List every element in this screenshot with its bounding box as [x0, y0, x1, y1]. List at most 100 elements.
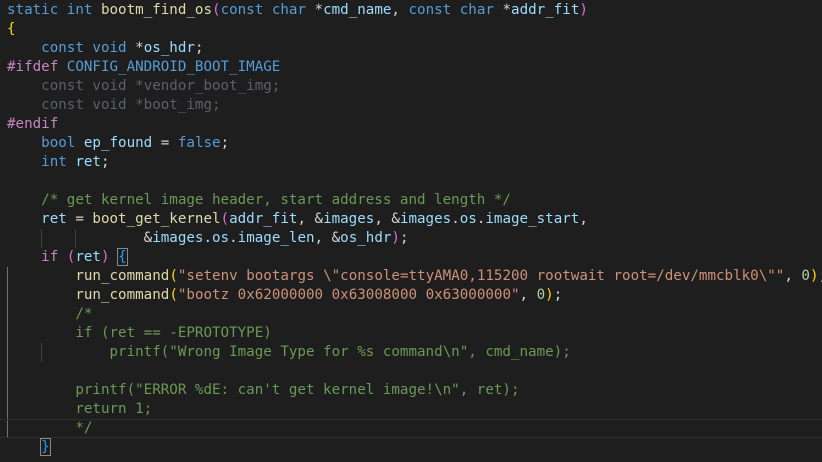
code-line[interactable]: { — [0, 20, 822, 39]
code-token: return 1; — [75, 401, 153, 417]
code-token: os — [459, 211, 477, 227]
code-token: const — [220, 2, 272, 18]
code-line[interactable]: #endif — [0, 115, 822, 134]
code-line[interactable]: */ — [0, 419, 822, 438]
code-line[interactable]: int ret; — [0, 153, 822, 172]
code-token: const — [41, 40, 93, 56]
code-line[interactable]: &images.os.image_len, &os_hdr); — [0, 229, 822, 248]
code-token: bootm_find_os — [100, 2, 213, 18]
code-token: & — [143, 230, 153, 246]
code-token: * — [314, 2, 324, 18]
code-token: images — [399, 211, 452, 227]
code-token: addr_fit — [511, 2, 580, 18]
code-token: { — [7, 21, 16, 37]
code-token: printf("ERROR %dE: can't get kernel imag… — [75, 382, 520, 398]
code-token: ; — [553, 287, 563, 303]
code-token: ; — [399, 230, 409, 246]
code-token: , & — [297, 211, 324, 227]
code-line[interactable]: /* get kernel image header, start addres… — [0, 191, 822, 210]
code-token: run_command — [75, 287, 170, 303]
code-token: ( — [220, 211, 230, 227]
code-line[interactable]: if (ret == -EPROTOTYPE) — [0, 324, 822, 343]
code-token: #ifdef — [7, 59, 67, 75]
code-token: int — [41, 154, 76, 170]
code-line[interactable]: return 1; — [0, 400, 822, 419]
code-token: const void *vendor_boot_img; — [41, 78, 281, 94]
code-line[interactable]: const void *vendor_boot_img; — [0, 77, 822, 96]
code-token: run_command — [75, 268, 170, 284]
code-token: ) — [579, 2, 588, 18]
code-token: int — [66, 2, 101, 18]
code-token: , — [784, 268, 802, 284]
code-line[interactable]: printf("Wrong Image Type for %s command\… — [0, 343, 822, 362]
code-line[interactable]: if (ret) { — [0, 248, 822, 267]
code-line[interactable]: const void *boot_img; — [0, 96, 822, 115]
code-token: /* — [75, 306, 93, 322]
code-token: /* get kernel image header, start addres… — [41, 192, 511, 208]
code-token: cmd_name — [323, 2, 392, 18]
code-token: if — [41, 249, 67, 265]
code-token: ( — [169, 268, 178, 284]
code-line[interactable]: printf("ERROR %dE: can't get kernel imag… — [0, 381, 822, 400]
code-token: , & — [314, 230, 341, 246]
code-token: ( — [212, 2, 221, 18]
code-token: { — [117, 248, 128, 266]
code-token: false — [177, 135, 221, 151]
code-token: ret — [75, 249, 101, 265]
code-line[interactable]: #ifdef CONFIG_ANDROID_BOOT_IMAGE — [0, 58, 822, 77]
code-editor[interactable]: static int bootm_find_os(const char *cmd… — [0, 0, 822, 462]
code-line[interactable]: ... — [0, 457, 822, 462]
code-line[interactable]: } — [0, 438, 822, 457]
code-token: os_hdr — [340, 230, 392, 246]
code-token: } — [40, 438, 51, 456]
code-token: ret — [75, 154, 101, 170]
code-token: addr_fit — [229, 211, 298, 227]
code-token: const — [408, 2, 460, 18]
code-token: os — [212, 230, 230, 246]
code-token: ( — [169, 287, 178, 303]
code-token: static — [7, 2, 67, 18]
code-line[interactable]: static int bootm_find_os(const char *cmd… — [0, 1, 822, 20]
code-token: if (ret == -EPROTOTYPE) — [75, 325, 272, 341]
code-token: images — [323, 211, 375, 227]
code-token: os_hdr — [143, 40, 195, 56]
code-token: * — [135, 40, 144, 56]
code-token: = — [152, 135, 178, 151]
code-token: * — [502, 2, 512, 18]
code-token: boot_get_kernel — [92, 211, 221, 227]
code-token: void — [92, 40, 136, 56]
code-token: ) — [809, 268, 819, 284]
code-token: ... — [75, 458, 101, 462]
code-line[interactable] — [0, 172, 822, 191]
code-token: . — [451, 211, 460, 227]
code-token: "bootz 0x62000000 0x63008000 0x63000000" — [177, 287, 520, 303]
code-line[interactable]: bool ep_found = false; — [0, 134, 822, 153]
code-token: , — [391, 2, 409, 18]
code-line[interactable]: const void *os_hdr; — [0, 39, 822, 58]
code-token: , & — [374, 211, 400, 227]
code-token: . — [229, 230, 238, 246]
code-line[interactable]: ret = boot_get_kernel(addr_fit, &images,… — [0, 210, 822, 229]
code-line[interactable]: /* — [0, 305, 822, 324]
code-line[interactable]: run_command("bootz 0x62000000 0x63008000… — [0, 286, 822, 305]
code-line[interactable] — [0, 362, 822, 381]
code-token: ) — [100, 249, 110, 265]
code-token: printf("Wrong Image Type for %s command\… — [109, 344, 571, 360]
code-line[interactable]: run_command("setenv bootargs \"console=t… — [0, 267, 822, 286]
